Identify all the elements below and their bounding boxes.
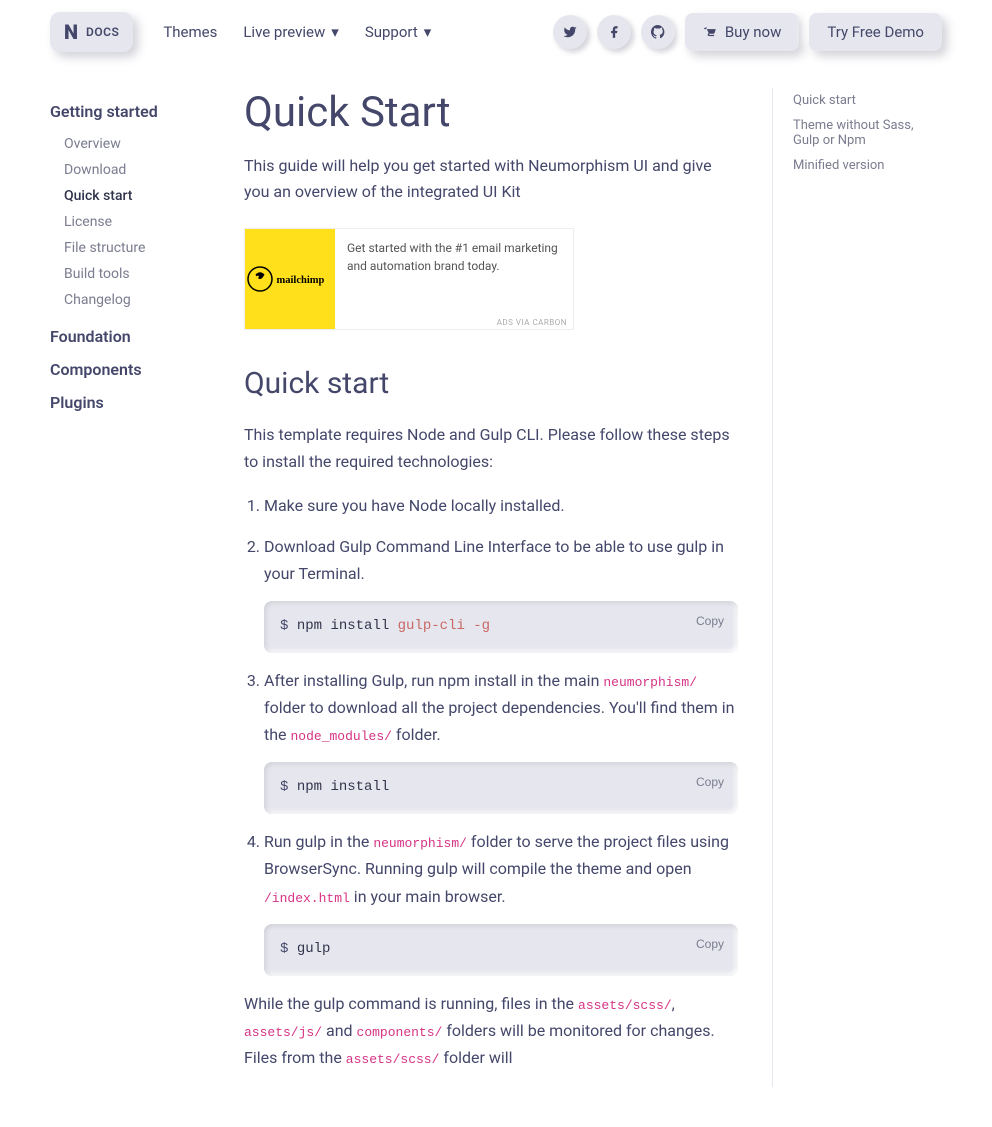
left-sidebar: Getting started Overview Download Quick … [50,88,210,1087]
sidebar-section-getting-started[interactable]: Getting started [50,102,210,121]
step-2: Download Gulp Command Line Interface to … [264,533,738,653]
code-block-3: $ gulp Copy [264,924,738,976]
cart-icon [703,25,717,39]
page-title: Quick Start [244,88,738,137]
toc-quick-start[interactable]: Quick start [793,88,942,113]
sidebar-section-components[interactable]: Components [50,360,210,379]
chevron-down-icon: ▾ [424,23,432,41]
right-toc: Quick start Theme without Sass, Gulp or … [772,88,942,1087]
sidebar-item-build-tools[interactable]: Build tools [64,261,210,287]
step-4: Run gulp in the neumorphism/ folder to s… [264,828,738,975]
section-heading-quick-start: Quick start [244,366,738,401]
sidebar-item-license[interactable]: License [64,209,210,235]
step-1: Make sure you have Node locally installe… [264,492,738,519]
chevron-down-icon: ▾ [331,23,339,41]
sidebar-section-plugins[interactable]: Plugins [50,393,210,412]
step-3: After installing Gulp, run npm install i… [264,667,738,814]
try-demo-button[interactable]: Try Free Demo [809,13,942,51]
twitter-icon[interactable] [553,15,587,49]
nav-themes[interactable]: Themes [163,23,217,41]
buy-now-button[interactable]: Buy now [685,13,800,51]
sidebar-section-foundation[interactable]: Foundation [50,327,210,346]
brand-pill[interactable]: N DOCS [50,12,133,52]
page-lead: This guide will help you get started wit… [244,153,738,204]
running-note: While the gulp command is running, files… [244,990,738,1072]
brand-docs-label: DOCS [86,25,119,39]
sidebar-item-file-structure[interactable]: File structure [64,235,210,261]
sidebar-item-download[interactable]: Download [64,157,210,183]
nav-links: Themes Live preview ▾ Support ▾ [163,23,431,41]
nav-live-preview[interactable]: Live preview ▾ [243,23,338,41]
sidebar-item-quick-start[interactable]: Quick start [64,183,210,209]
nav-support[interactable]: Support ▾ [365,23,431,41]
copy-button[interactable]: Copy [696,772,724,792]
brand-mark: N [64,20,78,44]
facebook-icon[interactable] [597,15,631,49]
ad-text: Get started with the #1 email marketing … [335,229,573,329]
copy-button[interactable]: Copy [696,611,724,631]
main-content: Quick Start This guide will help you get… [244,88,738,1087]
toc-theme-without[interactable]: Theme without Sass, Gulp or Npm [793,113,942,153]
section-intro: This template requires Node and Gulp CLI… [244,421,738,475]
sidebar-item-overview[interactable]: Overview [64,131,210,157]
github-icon[interactable] [641,15,675,49]
code-block-1: $ npm install gulp-cli -g Copy [264,601,738,653]
toc-minified[interactable]: Minified version [793,153,942,178]
top-header: N DOCS Themes Live preview ▾ Support ▾ B… [0,0,992,64]
svg-text:mailchimp: mailchimp [277,275,325,286]
copy-button[interactable]: Copy [696,934,724,954]
sidebar-item-changelog[interactable]: Changelog [64,287,210,313]
ad-via: ADS VIA CARBON [497,318,567,327]
ad-image: mailchimp [245,229,335,329]
carbon-ad[interactable]: mailchimp Get started with the #1 email … [244,228,574,330]
code-block-2: $ npm install Copy [264,762,738,814]
